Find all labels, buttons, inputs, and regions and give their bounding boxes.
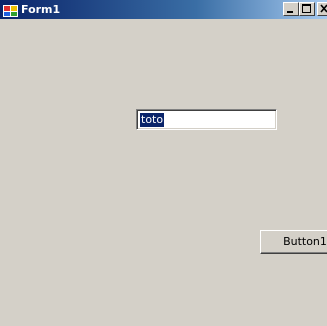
minimize-icon <box>287 11 293 13</box>
button1[interactable]: Button1 <box>260 230 327 254</box>
maximize-icon <box>302 4 311 13</box>
minimize-button[interactable] <box>283 2 299 16</box>
title-bar[interactable]: Form1 <box>0 0 327 19</box>
window-title: Form1 <box>21 3 61 16</box>
form-app-icon[interactable] <box>3 2 18 17</box>
form1-window: Form1 toto Button1 <box>0 0 327 326</box>
maximize-button[interactable] <box>299 2 315 16</box>
text-input-value: toto <box>140 113 165 127</box>
text-input[interactable]: toto <box>136 109 277 130</box>
close-icon <box>320 4 327 13</box>
close-button[interactable] <box>317 2 327 16</box>
